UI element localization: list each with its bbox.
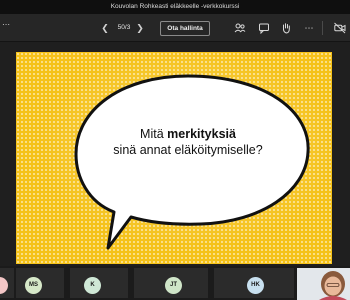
next-slide-button[interactable]: ❯ (135, 22, 145, 34)
participant-video-tile[interactable] (297, 268, 350, 300)
speech-bubble (74, 74, 310, 250)
slide-line-1-prefix: Mitä (140, 127, 168, 141)
avatar-jt: JT (165, 277, 182, 294)
meeting-toolbar: ⋯ ❮ 50/3 ❯ Ota hallinta ⋯ (0, 14, 350, 42)
avatar (0, 277, 8, 294)
presentation-slide: Mitä merkityksiä sinä annat eläköitymise… (16, 52, 332, 264)
avatar-ms: MS (25, 277, 42, 294)
participant-tile-hk[interactable]: HK (214, 268, 294, 298)
chat-icon[interactable] (258, 22, 270, 35)
slide-question: Mitä merkityksiä sinä annat eläköitymise… (108, 126, 268, 158)
raise-hand-icon[interactable] (280, 22, 292, 34)
slide-line-1: Mitä merkityksiä (108, 126, 268, 142)
camera-icon[interactable] (334, 22, 346, 34)
shared-content-stage: Mitä merkityksiä sinä annat eläköitymise… (0, 43, 350, 265)
participant-tile-k[interactable]: K (70, 268, 128, 298)
participant-tile-partial[interactable] (0, 268, 14, 298)
participant-tile-jt[interactable]: JT (134, 268, 208, 298)
take-control-button[interactable]: Ota hallinta (160, 21, 210, 36)
more-icon[interactable]: ⋯ (303, 22, 315, 34)
avatar-k: K (84, 277, 101, 294)
previous-slide-button[interactable]: ❮ (100, 22, 110, 34)
participant-tile-ms[interactable]: MS (16, 268, 64, 298)
window-title: Kouvolan Rohkeasti eläkkeelle -verkkokur… (0, 0, 350, 14)
slide-line-2: sinä annat eläköitymiselle? (113, 143, 263, 157)
slide-counter: 50/3 (117, 24, 131, 31)
toolbar-divider (322, 21, 323, 35)
participant-video-person (297, 268, 350, 300)
people-icon[interactable] (234, 22, 246, 34)
slide-line-1-bold: merkityksiä (167, 127, 236, 141)
participant-strip: MS K JT HK (0, 266, 350, 300)
avatar-hk: HK (247, 277, 264, 294)
more-dots-icon[interactable]: ⋯ (2, 20, 10, 29)
meeting-window: Kouvolan Rohkeasti eläkkeelle -verkkokur… (0, 0, 350, 300)
